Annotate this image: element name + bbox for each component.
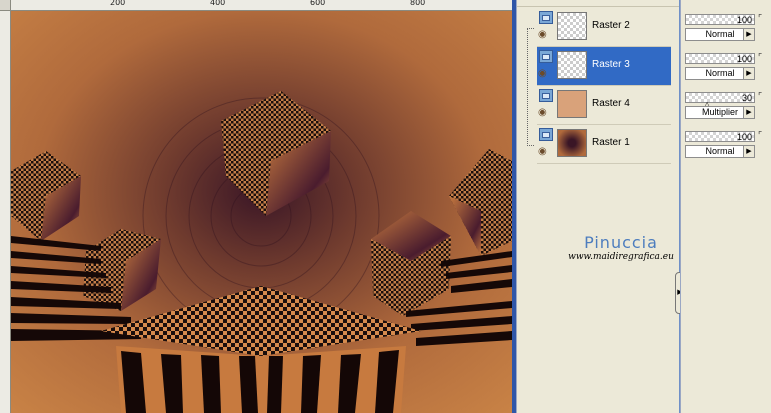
link-icon[interactable]: ⌜ <box>758 130 762 141</box>
ruler-label: 800 <box>410 0 426 7</box>
raster-layer-icon <box>539 128 553 141</box>
layer-icons: ◉ <box>538 128 555 160</box>
layer-name: Raster 1 <box>592 137 630 148</box>
raster-layer-icon <box>539 50 553 63</box>
layer-icons: ◉ <box>538 11 555 43</box>
canvas-artwork <box>11 11 512 413</box>
ruler-label: 200 <box>110 0 126 7</box>
horizontal-ruler: 200 400 600 800 <box>0 0 512 11</box>
link-icon[interactable]: ⌜ <box>758 13 762 24</box>
blend-mode-value: Multiplier <box>701 107 738 117</box>
layer-properties-panel: 100 ⌜ Normal ▶ 100 ⌜ Normal ▶ △ 30 ⌜ Mul… <box>680 0 771 413</box>
eye-icon[interactable]: ◉ <box>538 30 547 40</box>
blend-mode-select[interactable]: Normal ▶ <box>685 67 755 80</box>
opacity-slider[interactable]: △ 30 <box>685 92 755 109</box>
layer-properties-raster-3: 100 ⌜ Normal ▶ <box>685 49 767 87</box>
blend-mode-value: Normal <box>705 146 735 156</box>
blend-mode-value: Normal <box>705 29 735 39</box>
layers-tabbar <box>517 0 679 7</box>
layer-name: Raster 4 <box>592 98 630 109</box>
layer-properties-raster-2: 100 ⌜ Normal ▶ <box>685 10 767 48</box>
layer-icons: ◉ <box>538 50 555 82</box>
eye-icon[interactable]: ◉ <box>538 147 547 157</box>
dropdown-arrow-icon[interactable]: ▶ <box>743 29 754 40</box>
blend-mode-select[interactable]: Normal ▶ <box>685 145 755 158</box>
blend-mode-select[interactable]: Multiplier ▶ <box>685 106 755 119</box>
link-icon[interactable]: ⌜ <box>758 91 762 102</box>
image-canvas[interactable] <box>11 11 512 413</box>
layer-row-raster-2[interactable]: ◉ Raster 2 <box>537 8 671 47</box>
opacity-value: 100 <box>736 54 752 64</box>
layer-thumbnail <box>557 12 587 40</box>
eye-icon[interactable]: ◉ <box>538 69 547 79</box>
opacity-value: 30 <box>741 93 752 103</box>
layer-row-raster-4[interactable]: ◉ Raster 4 <box>537 86 671 125</box>
layer-icons: ◉ <box>538 89 555 121</box>
opacity-slider[interactable]: 100 <box>685 131 755 142</box>
layers-panel: ◉ Raster 2 ◉ Raster 3 ◉ Raster 4 ◉ Raste… <box>516 0 685 413</box>
layer-row-raster-3[interactable]: ◉ Raster 3 <box>537 47 671 86</box>
layer-properties-raster-4: △ 30 ⌜ Multiplier ▶ <box>685 88 767 126</box>
opacity-value: 100 <box>736 132 752 142</box>
layer-thumbnail <box>557 129 587 157</box>
opacity-value: 100 <box>736 15 752 25</box>
dropdown-arrow-icon[interactable]: ▶ <box>743 68 754 79</box>
layer-name: Raster 3 <box>592 59 630 70</box>
dropdown-arrow-icon[interactable]: ▶ <box>743 107 754 118</box>
dropdown-arrow-icon[interactable]: ▶ <box>743 146 754 157</box>
group-bracket <box>527 28 534 146</box>
layer-properties-raster-1: 100 ⌜ Normal ▶ <box>685 127 767 165</box>
layer-thumbnail <box>557 90 587 118</box>
vertical-ruler <box>0 10 11 413</box>
layer-thumbnail <box>557 51 587 79</box>
raster-layer-icon <box>539 11 553 24</box>
layer-row-raster-1[interactable]: ◉ Raster 1 <box>537 125 671 164</box>
ruler-label: 400 <box>210 0 226 7</box>
eye-icon[interactable]: ◉ <box>538 108 547 118</box>
opacity-slider[interactable]: 100 <box>685 53 755 64</box>
layer-name: Raster 2 <box>592 20 630 31</box>
ruler-corner <box>0 0 11 11</box>
ruler-label: 600 <box>310 0 326 7</box>
opacity-slider[interactable]: 100 <box>685 14 755 25</box>
blend-mode-select[interactable]: Normal ▶ <box>685 28 755 41</box>
link-icon[interactable]: ⌜ <box>758 52 762 63</box>
blend-mode-value: Normal <box>705 68 735 78</box>
raster-layer-icon <box>539 89 553 102</box>
